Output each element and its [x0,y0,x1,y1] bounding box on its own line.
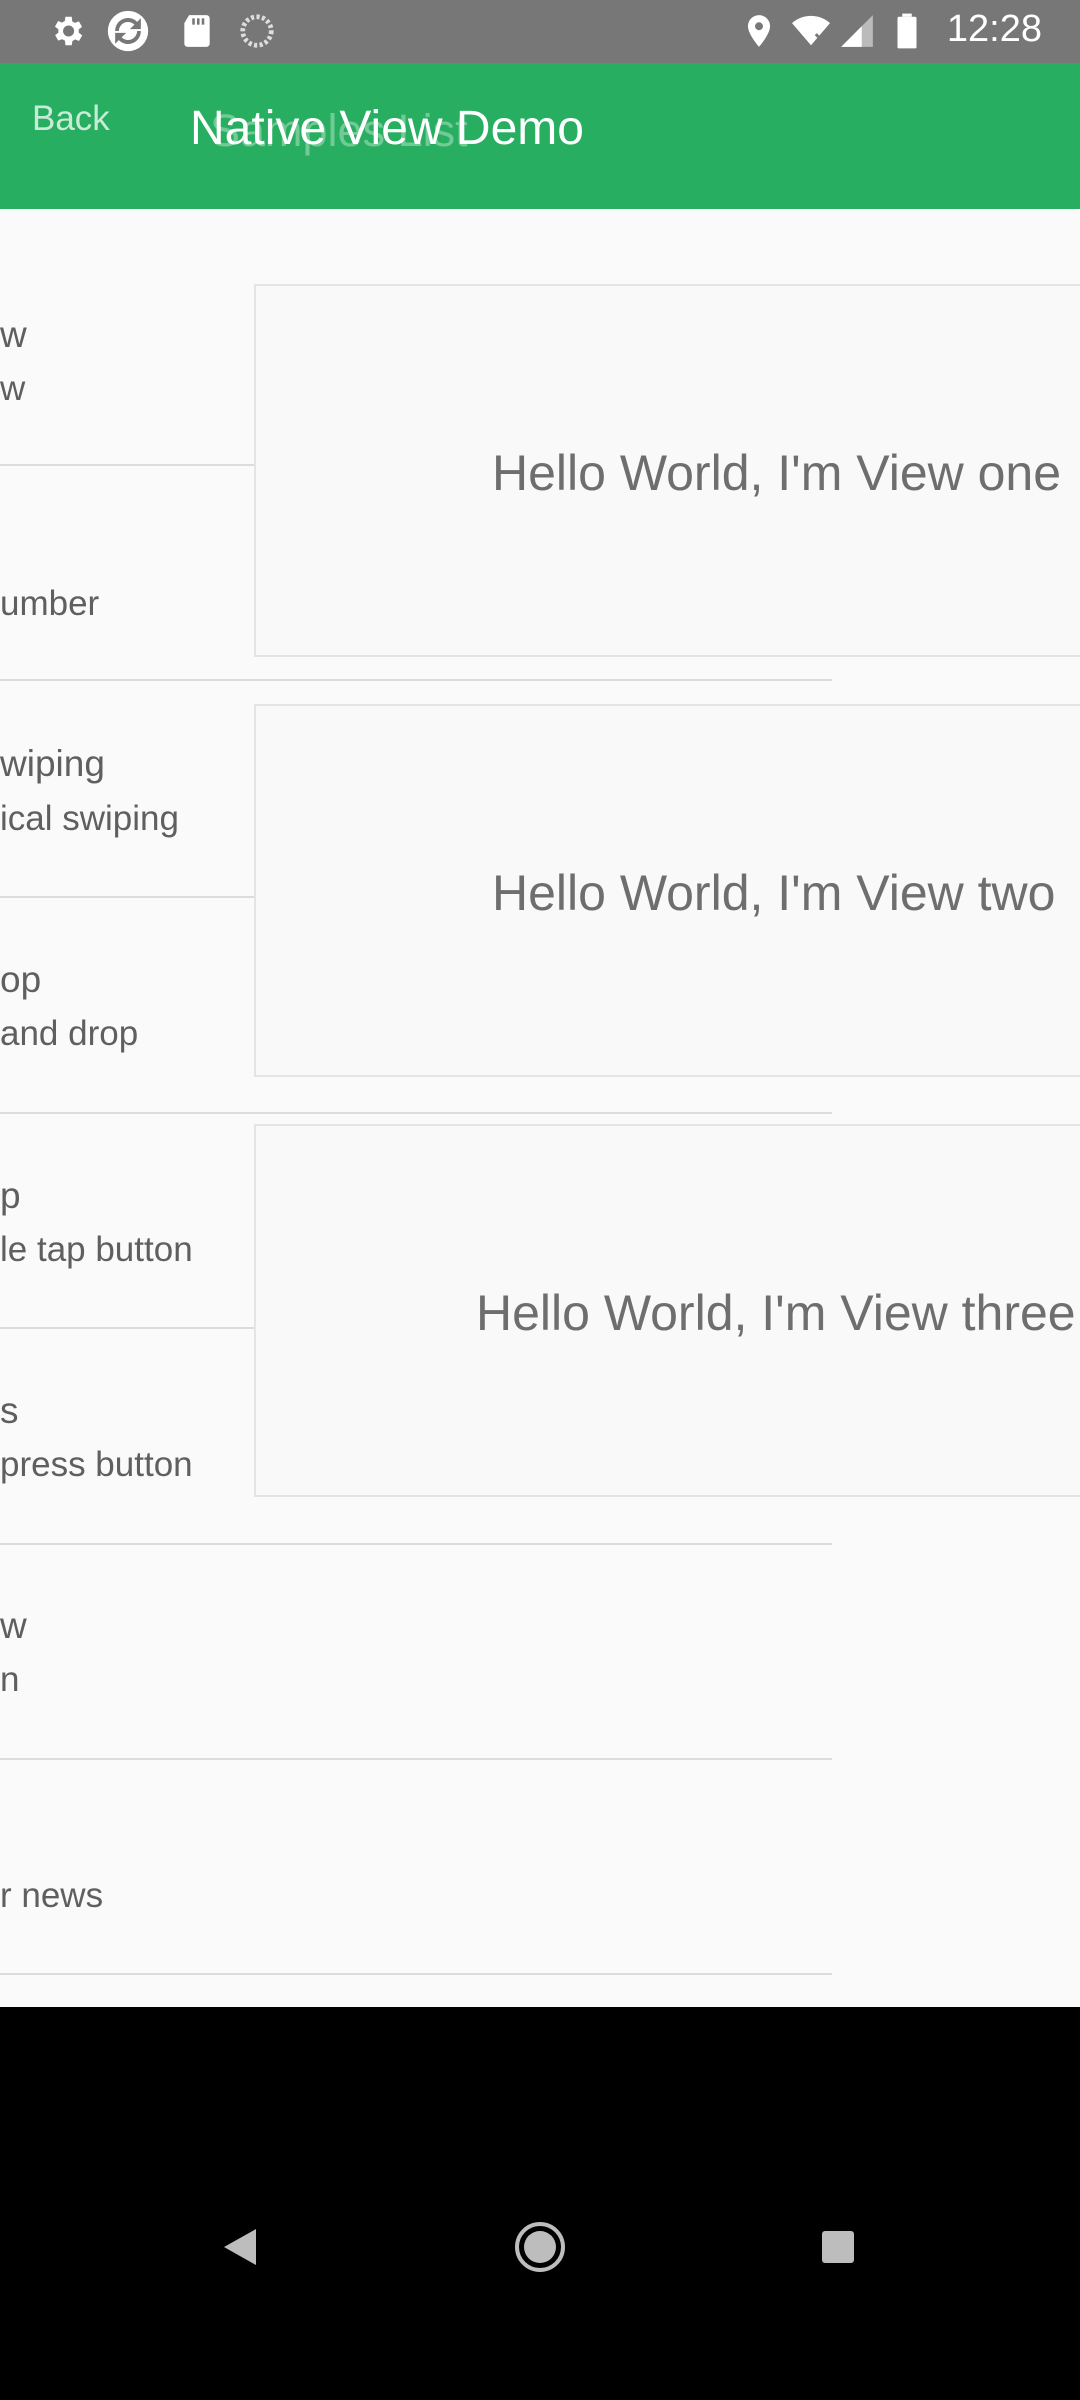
list-item-subtitle: and drop [0,1014,139,1053]
battery-icon [897,13,917,49]
list-item-title: op [0,959,42,1000]
list-item-title: w [0,1605,27,1646]
native-view-card: Hello World, I'm View one [254,284,1080,657]
settings-icon [54,16,83,46]
sd-card-icon [184,15,210,47]
list-item-subtitle: umber [0,584,100,623]
divider [0,1543,832,1545]
divider [0,464,254,466]
list-item-subtitle: ical swiping [0,799,179,838]
native-view-text: Hello World, I'm View two [492,865,1056,921]
list-item-subtitle: n [0,1660,20,1699]
list-item-subtitle: r news [0,1876,104,1915]
content-area: w w umber wiping ical swiping op and dro… [0,209,1080,2007]
divider [0,1112,832,1114]
list-item-subtitle: le tap button [0,1230,193,1269]
loading-icon [240,14,274,48]
native-view-card: Hello World, I'm View two [254,704,1080,1077]
divider [0,896,254,898]
list-item-title: p [0,1175,21,1216]
clock: 12:28 [946,8,1042,50]
wifi-icon [792,15,830,46]
list-item-subtitle: w [0,369,26,408]
home-circle-icon[interactable] [514,2221,566,2273]
back-button[interactable]: Back [32,99,110,139]
list-item-subtitle: press button [0,1445,193,1484]
native-view-card: Hello World, I'm View three [254,1124,1080,1497]
native-view-text: Hello World, I'm View three [476,1285,1076,1341]
native-view-text: Hello World, I'm View one [492,445,1062,501]
back-triangle-icon[interactable] [222,2227,258,2267]
divider [0,679,832,681]
list-item-title: w [0,314,27,355]
list-item-title: s [0,1390,19,1431]
page-title: Native View Demo [190,102,584,155]
divider [0,1327,254,1329]
status-bar: 12:28 [0,0,1080,63]
app-bar: Back Samples List Native View Demo [0,63,1080,209]
list-item-title: wiping [0,743,105,784]
navigation-bar [0,2007,1080,2400]
recents-square-icon[interactable] [822,2231,854,2263]
signal-icon [841,15,873,47]
location-icon [747,15,771,47]
divider [0,1758,832,1760]
divider [0,1973,832,1975]
sync-icon [107,10,149,52]
